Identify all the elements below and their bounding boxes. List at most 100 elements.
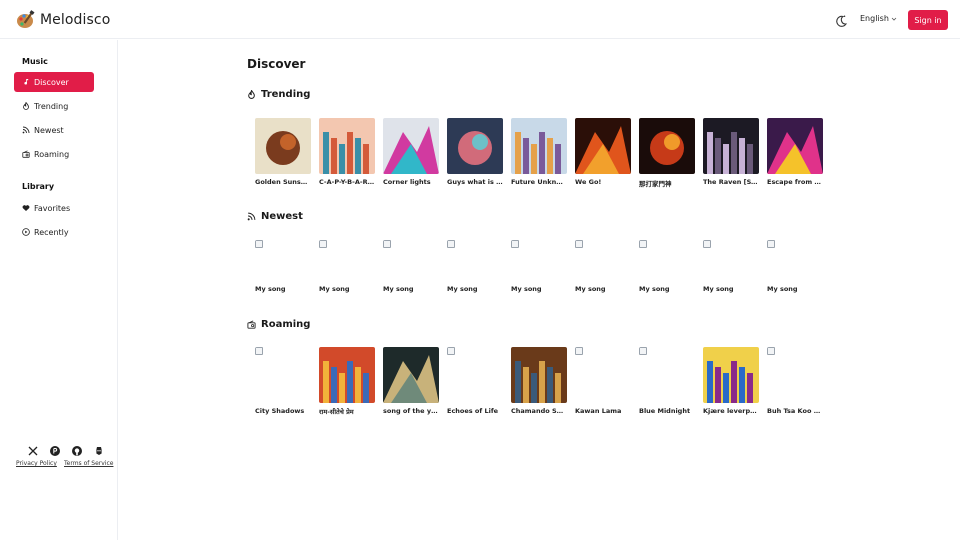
sidebar-item-trending[interactable]: Trending	[14, 96, 94, 116]
song-card[interactable]: My song	[319, 240, 375, 293]
song-cover[interactable]	[255, 118, 311, 174]
song-card[interactable]: My song	[703, 240, 759, 293]
song-card[interactable]: My song	[575, 240, 631, 293]
song-card[interactable]: 那打家門神	[639, 118, 695, 188]
song-title[interactable]: My song	[383, 285, 439, 293]
song-title[interactable]: Blue Midnight	[639, 407, 695, 415]
song-card[interactable]: Corner lights	[383, 118, 439, 186]
song-card[interactable]: My song	[511, 240, 567, 293]
song-cover[interactable]	[383, 240, 439, 281]
song-title[interactable]: My song	[255, 285, 311, 293]
song-card[interactable]: Future Unknown	[511, 118, 567, 186]
app-logo[interactable]: Melodisco	[16, 10, 110, 30]
song-cover[interactable]	[575, 118, 631, 174]
song-cover[interactable]	[319, 240, 375, 281]
song-title[interactable]: My song	[575, 285, 631, 293]
broken-image-icon	[767, 240, 775, 248]
song-title[interactable]: My song	[447, 285, 503, 293]
song-card[interactable]: My song	[383, 240, 439, 293]
song-title[interactable]: Chamando Sa...	[511, 407, 567, 415]
privacy-policy-link[interactable]: Privacy Policy	[16, 460, 57, 467]
song-cover[interactable]	[767, 240, 823, 281]
x-icon[interactable]	[27, 442, 39, 456]
song-cover[interactable]	[255, 347, 311, 403]
song-cover[interactable]	[511, 347, 567, 403]
song-cover[interactable]	[383, 118, 439, 174]
song-title[interactable]: राम-सीतेचे प्रेम	[319, 407, 375, 416]
song-cover[interactable]	[383, 347, 439, 403]
song-card[interactable]: Buh Tsa Koo P...	[767, 347, 823, 415]
discord-icon[interactable]	[93, 442, 105, 455]
newest-title-text: Newest	[261, 211, 303, 222]
song-cover[interactable]	[639, 240, 695, 281]
song-title[interactable]: Kawan Lama	[575, 407, 631, 415]
song-cover[interactable]	[575, 240, 631, 281]
song-cover[interactable]	[767, 347, 823, 403]
song-card[interactable]: My song	[767, 240, 823, 293]
song-cover[interactable]	[767, 118, 823, 174]
song-title[interactable]: Kjære leverpo...	[703, 407, 759, 415]
language-selector[interactable]: English	[860, 14, 897, 23]
song-title[interactable]: C-A-P-Y-B-A-R-A	[319, 178, 375, 186]
song-card[interactable]: Guys what is ...	[447, 118, 503, 186]
product-hunt-icon[interactable]	[49, 442, 61, 456]
terms-of-service-link[interactable]: Terms of Service	[64, 460, 113, 467]
song-card[interactable]: song of the year	[383, 347, 439, 415]
sign-in-button[interactable]: Sign in	[908, 10, 948, 30]
song-title[interactable]: My song	[319, 285, 375, 293]
sidebar-item-discover[interactable]: Discover	[14, 72, 94, 92]
song-title[interactable]: My song	[767, 285, 823, 293]
song-title[interactable]: City Shadows	[255, 407, 311, 415]
sidebar-item-roaming[interactable]: Roaming	[14, 144, 94, 164]
song-card[interactable]: Chamando Sa...	[511, 347, 567, 415]
song-title[interactable]: Escape from 9...	[767, 178, 823, 186]
song-card[interactable]: We Go!	[575, 118, 631, 186]
song-card[interactable]: City Shadows	[255, 347, 311, 415]
song-card[interactable]: Kawan Lama	[575, 347, 631, 415]
song-title[interactable]: 那打家門神	[639, 178, 695, 188]
song-cover[interactable]	[319, 118, 375, 174]
sidebar-item-favorites[interactable]: Favorites	[14, 198, 94, 218]
song-title[interactable]: Guys what is ...	[447, 178, 503, 186]
sidebar-item-recently[interactable]: Recently	[14, 222, 94, 242]
song-card[interactable]: Golden Sunshi...	[255, 118, 311, 186]
song-cover[interactable]	[319, 347, 375, 403]
song-card[interactable]: C-A-P-Y-B-A-R-A	[319, 118, 375, 186]
song-card[interactable]: Echoes of Life	[447, 347, 503, 415]
song-cover[interactable]	[255, 240, 311, 281]
github-icon[interactable]	[71, 442, 83, 456]
song-title[interactable]: My song	[639, 285, 695, 293]
song-card[interactable]: My song	[639, 240, 695, 293]
song-title[interactable]: Golden Sunshi...	[255, 178, 311, 186]
song-title[interactable]: Echoes of Life	[447, 407, 503, 415]
song-cover[interactable]	[447, 118, 503, 174]
song-cover[interactable]	[703, 347, 759, 403]
song-card[interactable]: The Raven [SS...	[703, 118, 759, 186]
song-title[interactable]: Buh Tsa Koo P...	[767, 407, 823, 415]
song-card[interactable]: My song	[447, 240, 503, 293]
song-card[interactable]: Blue Midnight	[639, 347, 695, 415]
song-card[interactable]: Escape from 9...	[767, 118, 823, 186]
song-cover[interactable]	[639, 118, 695, 174]
library-section-label: Library	[22, 182, 55, 191]
song-cover[interactable]	[447, 347, 503, 403]
song-title[interactable]: My song	[511, 285, 567, 293]
song-cover[interactable]	[703, 240, 759, 281]
song-title[interactable]: The Raven [SS...	[703, 178, 759, 186]
song-cover[interactable]	[511, 240, 567, 281]
song-card[interactable]: Kjære leverpo...	[703, 347, 759, 415]
song-cover[interactable]	[575, 347, 631, 403]
song-cover[interactable]	[639, 347, 695, 403]
song-cover[interactable]	[447, 240, 503, 281]
sidebar-item-newest[interactable]: Newest	[14, 120, 94, 140]
song-card[interactable]: राम-सीतेचे प्रेम	[319, 347, 375, 416]
song-title[interactable]: Future Unknown	[511, 178, 567, 186]
song-title[interactable]: song of the year	[383, 407, 439, 415]
song-card[interactable]: My song	[255, 240, 311, 293]
song-title[interactable]: We Go!	[575, 178, 631, 186]
song-title[interactable]: Corner lights	[383, 178, 439, 186]
song-cover[interactable]	[703, 118, 759, 174]
song-title[interactable]: My song	[703, 285, 759, 293]
song-cover[interactable]	[511, 118, 567, 174]
theme-toggle-button[interactable]	[834, 13, 848, 27]
